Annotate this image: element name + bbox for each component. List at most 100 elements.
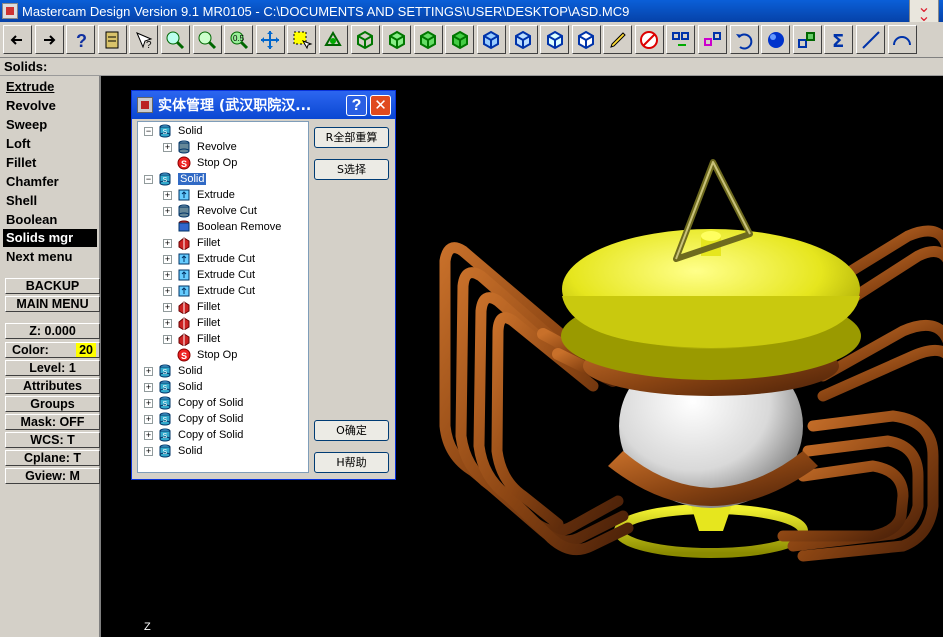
tree-node[interactable]: + S Copy of Solid — [144, 395, 243, 411]
shade-sphere-icon[interactable] — [761, 25, 791, 54]
tree-node[interactable]: + Fillet — [163, 235, 220, 251]
transform-2-icon[interactable] — [698, 25, 728, 54]
z-depth-button[interactable]: Z: 0.000 — [5, 323, 100, 339]
wcs-button[interactable]: WCS: T — [5, 432, 100, 448]
tree-node[interactable]: S Stop Op — [163, 155, 237, 171]
level-button[interactable]: Level: 1 — [5, 360, 100, 376]
tree-node[interactable]: + S Copy of Solid — [144, 427, 243, 443]
select-icon[interactable] — [287, 25, 317, 54]
menu-item-revolve[interactable]: Revolve — [6, 97, 56, 115]
zoom-window-icon[interactable] — [160, 25, 190, 54]
close-icon[interactable]: ✕ — [370, 95, 391, 116]
select-button[interactable]: S选择 — [314, 159, 389, 180]
expand-icon[interactable]: + — [163, 270, 172, 280]
expand-icon[interactable]: + — [163, 190, 172, 200]
cube-blue-2-icon[interactable] — [508, 25, 538, 54]
tree-node[interactable]: + S Solid — [144, 443, 202, 459]
cube-side-icon[interactable] — [445, 25, 475, 54]
tree-node[interactable]: + Revolve Cut — [163, 203, 257, 219]
operations-tree[interactable]: − S Solid + Revolve S Stop Op − S Solid + Extrude + R… — [137, 121, 309, 473]
tree-node[interactable]: + Fillet — [163, 315, 220, 331]
cube-blue-3-icon[interactable] — [540, 25, 570, 54]
layer-boxes-icon[interactable] — [792, 25, 822, 54]
tree-node[interactable]: + Extrude Cut — [163, 283, 255, 299]
solid-icon: S — [158, 396, 172, 410]
transform-1-icon[interactable] — [666, 25, 696, 54]
undo-icon[interactable] — [729, 25, 759, 54]
tree-node[interactable]: S Stop Op — [163, 347, 237, 363]
pencil-icon[interactable] — [603, 25, 633, 54]
cube-blue-1-icon[interactable] — [476, 25, 506, 54]
cube-front-icon[interactable] — [413, 25, 443, 54]
line-icon[interactable] — [856, 25, 886, 54]
menu-item-extrude[interactable]: Extrude — [6, 78, 54, 96]
expand-icon[interactable]: + — [163, 238, 172, 248]
pointer-query-icon[interactable]: ? — [129, 25, 159, 54]
backup-button[interactable]: BACKUP — [5, 278, 100, 294]
zoom-out-icon[interactable]: 0.5 — [224, 25, 254, 54]
eraser-no-icon[interactable] — [634, 25, 664, 54]
dialog-title: 实体管理 (武汉职院汉... — [158, 98, 312, 114]
help-icon[interactable]: ? — [346, 95, 367, 116]
tree-node[interactable]: + Fillet — [163, 331, 220, 347]
menu-item-sweep[interactable]: Sweep — [6, 116, 47, 134]
menu-item-shell[interactable]: Shell — [6, 192, 37, 210]
tree-node[interactable]: − S Solid — [144, 171, 207, 187]
menu-item-boolean[interactable]: Boolean — [6, 211, 57, 229]
tree-node[interactable]: + S Solid — [144, 379, 202, 395]
mask-button[interactable]: Mask: OFF — [5, 414, 100, 430]
tree-node[interactable]: + Fillet — [163, 299, 220, 315]
tree-node[interactable]: + Extrude Cut — [163, 267, 255, 283]
tree-node[interactable]: Boolean Remove — [163, 219, 281, 235]
dialog-title-bar[interactable]: 实体管理 (武汉职院汉... ? ✕ — [132, 91, 395, 119]
recompute-all-button[interactable]: R全部重算 — [314, 127, 389, 148]
tree-node[interactable]: + Revolve — [163, 139, 237, 155]
arc-icon[interactable] — [887, 25, 917, 54]
collapse-icon[interactable]: − — [144, 126, 153, 136]
menu-item-solids-mgr[interactable]: Solids mgr — [3, 229, 97, 247]
expand-icon[interactable]: + — [163, 142, 172, 152]
tree-node[interactable]: + Extrude — [163, 187, 235, 203]
menu-item-loft[interactable]: Loft — [6, 135, 31, 153]
tree-node[interactable]: + S Copy of Solid — [144, 411, 243, 427]
expand-icon[interactable]: + — [144, 430, 153, 440]
main-menu-button[interactable]: MAIN MENU — [5, 296, 100, 312]
zoom-icon[interactable] — [192, 25, 222, 54]
menu-item-next-menu[interactable]: Next menu — [6, 248, 72, 266]
tree-node[interactable]: + S Solid — [144, 363, 202, 379]
app-icon[interactable] — [2, 3, 18, 19]
expand-icon[interactable]: + — [163, 254, 172, 264]
expand-icon[interactable]: + — [144, 366, 153, 376]
cube-top-icon[interactable] — [382, 25, 412, 54]
cplane-button[interactable]: Cplane: T — [5, 450, 100, 466]
expand-icon[interactable]: + — [163, 206, 172, 216]
gview-button[interactable]: Gview: M — [5, 468, 100, 484]
expand-icon[interactable]: + — [144, 398, 153, 408]
expand-icon[interactable]: + — [144, 446, 153, 456]
expand-icon[interactable]: + — [144, 414, 153, 424]
ok-button[interactable]: O确定 — [314, 420, 389, 441]
rotate-icon[interactable] — [318, 25, 348, 54]
forward-arrow-icon[interactable] — [34, 25, 64, 54]
cube-blue-4-icon[interactable] — [571, 25, 601, 54]
color-button[interactable]: Color: 20 — [5, 342, 100, 358]
expand-icon[interactable]: + — [144, 382, 153, 392]
expand-icon[interactable]: + — [163, 318, 172, 328]
groups-button[interactable]: Groups — [5, 396, 100, 412]
expand-icon[interactable]: + — [163, 302, 172, 312]
sigma-icon[interactable]: Σ — [824, 25, 854, 54]
help-button[interactable]: H帮助 — [314, 452, 389, 473]
tree-node[interactable]: + Extrude Cut — [163, 251, 255, 267]
help-icon[interactable]: ? — [66, 25, 96, 54]
pan-icon[interactable] — [255, 25, 285, 54]
cube-iso-icon[interactable] — [350, 25, 380, 54]
collapse-icon[interactable]: − — [144, 174, 153, 184]
expand-icon[interactable]: + — [163, 286, 172, 296]
menu-item-chamfer[interactable]: Chamfer — [6, 173, 59, 191]
page-icon[interactable] — [97, 25, 127, 54]
menu-item-fillet[interactable]: Fillet — [6, 154, 36, 172]
back-arrow-icon[interactable] — [3, 25, 32, 54]
expand-icon[interactable]: + — [163, 334, 172, 344]
attributes-button[interactable]: Attributes — [5, 378, 100, 394]
tree-node[interactable]: − S Solid — [144, 123, 202, 139]
